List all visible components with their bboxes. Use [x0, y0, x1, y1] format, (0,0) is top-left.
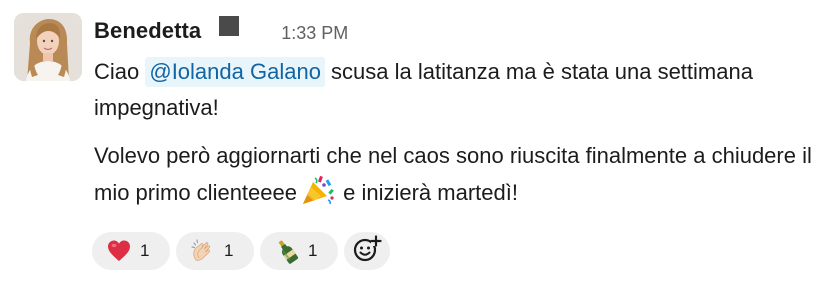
reaction-champagne[interactable]: 1: [260, 232, 338, 270]
clapping-hands-icon: [190, 238, 216, 264]
text-segment: Ciao: [94, 59, 146, 84]
message-paragraph: Volevo però aggiornarti che nel caos son…: [94, 138, 824, 211]
reaction-count: 1: [140, 241, 150, 260]
message-paragraph: Ciao @Iolanda Galano scusa la latitanza …: [94, 54, 824, 126]
chat-message: Benedetta 1:33 PM Ciao @Iolanda Galano s…: [0, 0, 838, 286]
party-popper-icon: [299, 174, 335, 206]
red-heart-icon: [106, 238, 132, 264]
add-reaction-button[interactable]: [344, 232, 390, 270]
reaction-clap[interactable]: 1: [176, 232, 254, 270]
reactions-bar: 1 1 1: [92, 232, 390, 270]
reaction-heart[interactable]: 1: [92, 232, 170, 270]
add-emoji-icon: [352, 234, 382, 269]
reaction-count: 1: [308, 241, 318, 260]
user-mention[interactable]: @Iolanda Galano: [145, 57, 325, 87]
timestamp[interactable]: 1:33 PM: [281, 23, 348, 44]
sender-name[interactable]: Benedetta: [94, 18, 201, 44]
avatar[interactable]: [14, 13, 82, 81]
message-body: Ciao @Iolanda Galano scusa la latitanza …: [94, 54, 824, 211]
message-header: Benedetta 1:33 PM: [94, 14, 348, 48]
reaction-count: 1: [224, 241, 234, 260]
avatar-portrait-icon: [14, 13, 82, 81]
text-segment: e inizierà martedì!: [336, 180, 518, 205]
redaction-box: [219, 16, 240, 36]
champagne-bottle-icon: [274, 238, 300, 264]
